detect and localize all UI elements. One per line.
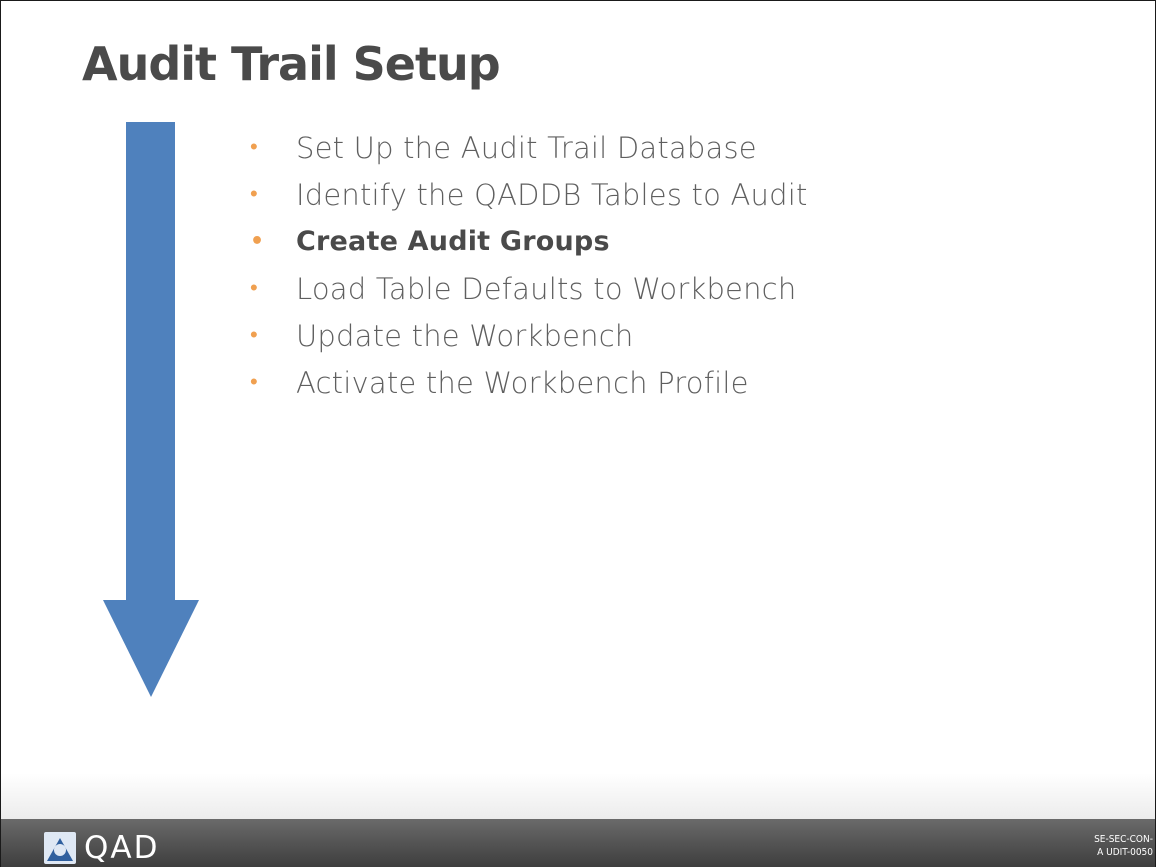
- logo-text: QAD: [84, 829, 160, 866]
- bullet-dot: •: [250, 134, 258, 160]
- bullet-item: • Activate the Workbench Profile: [250, 359, 808, 406]
- slide-code: SE-SEC-CON- A UDIT-0050: [1094, 833, 1153, 859]
- bullet-text: Load Table Defaults to Workbench: [296, 271, 797, 306]
- bullet-dot: •: [250, 228, 265, 254]
- bullet-list: • Set Up the Audit Trail Database • Iden…: [250, 124, 808, 406]
- bullet-text: Update the Workbench: [296, 318, 634, 353]
- bullet-text: Set Up the Audit Trail Database: [296, 130, 757, 165]
- bullet-dot: •: [250, 275, 258, 301]
- bullet-item: • Identify the QADDB Tables to Audit: [250, 171, 808, 218]
- qad-logo: QAD: [44, 831, 159, 865]
- bullet-dot: •: [250, 369, 258, 395]
- slide: Audit Trail Setup • Set Up the Audit Tra…: [0, 0, 1156, 867]
- footer-fade: [1, 773, 1155, 819]
- bullet-dot: •: [250, 322, 258, 348]
- slide-code-line1: SE-SEC-CON-: [1094, 834, 1153, 845]
- bullet-item-current: • Create Audit Groups: [250, 218, 808, 265]
- slide-title: Audit Trail Setup: [82, 37, 501, 91]
- slide-code-line2: A UDIT-0050: [1097, 847, 1153, 858]
- bullet-dot: •: [250, 181, 258, 207]
- qad-logo-icon: [44, 832, 76, 864]
- bullet-text: Identify the QADDB Tables to Audit: [296, 177, 808, 212]
- down-arrow-icon: [103, 122, 199, 697]
- bullet-item: • Set Up the Audit Trail Database: [250, 124, 808, 171]
- footer-bar: [1, 819, 1155, 867]
- bullet-item: • Update the Workbench: [250, 312, 808, 359]
- bullet-text: Create Audit Groups: [296, 226, 610, 257]
- bullet-text: Activate the Workbench Profile: [296, 365, 749, 400]
- bullet-item: • Load Table Defaults to Workbench: [250, 265, 808, 312]
